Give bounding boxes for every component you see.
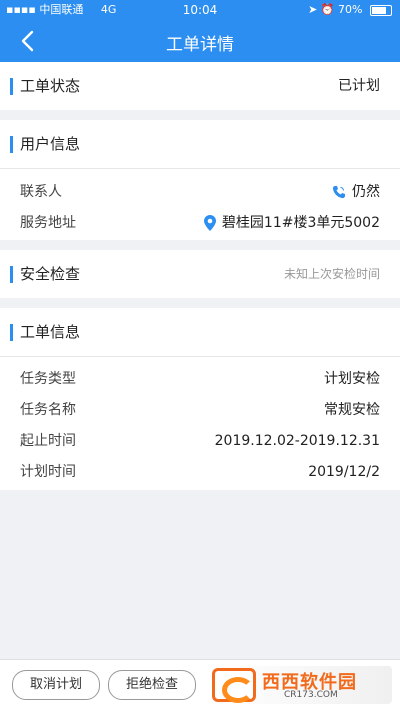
- task-type-row: 任务类型 计划安检: [0, 364, 400, 395]
- safety-check-section[interactable]: 安全检查 未知上次安检时间: [0, 250, 400, 298]
- date-range-value: 2019.12.02-2019.12.31: [214, 433, 380, 449]
- address-row: 服务地址 碧桂园11#楼3单元5002: [0, 208, 400, 239]
- task-name-row: 任务名称 常规安检: [0, 395, 400, 426]
- plan-time-row: 计划时间 2019/12/2: [0, 457, 400, 488]
- user-info-section: 用户信息 联系人 仍然 服务地址 碧桂园11#楼3单元5002: [0, 120, 400, 240]
- safety-check-header: 安全检查 未知上次安检时间: [0, 250, 400, 298]
- date-range-row: 起止时间 2019.12.02-2019.12.31: [0, 426, 400, 457]
- user-info-title: 用户信息: [20, 135, 81, 153]
- task-type-label: 任务类型: [20, 371, 76, 387]
- divider: [0, 168, 400, 169]
- order-info-header: 工单信息: [0, 308, 400, 356]
- contact-row: 联系人 仍然: [0, 177, 400, 208]
- location-pin-icon: [203, 215, 216, 231]
- order-info-section: 工单信息 任务类型 计划安检 任务名称 常规安检 起止时间 2019.12.02…: [0, 308, 400, 490]
- status-bar: ▪▪▪▪ 中国联通 4G 10:04 ➤ ⏰ 70%: [0, 0, 400, 20]
- battery-icon: [370, 4, 392, 16]
- address-label: 服务地址: [20, 215, 76, 231]
- app-header: ▪▪▪▪ 中国联通 4G 10:04 ➤ ⏰ 70% 工单详情: [0, 0, 400, 62]
- contact-name: 仍然: [352, 184, 380, 200]
- battery-percent: 70%: [338, 3, 363, 16]
- order-status-label: 工单状态: [20, 77, 81, 95]
- section-accent-bar: [10, 78, 13, 95]
- section-accent-bar: [10, 136, 13, 153]
- reject-check-button[interactable]: 拒绝检查: [108, 670, 196, 700]
- address-text: 碧桂园11#楼3单元5002: [221, 215, 380, 231]
- status-right: ➤ ⏰ 70%: [308, 0, 392, 20]
- contact-label: 联系人: [20, 184, 62, 200]
- divider: [0, 356, 400, 357]
- alarm-icon: ⏰: [320, 3, 335, 16]
- order-info-title: 工单信息: [20, 323, 81, 341]
- plan-time-value: 2019/12/2: [308, 464, 380, 480]
- nav-bar: 工单详情: [0, 22, 400, 62]
- phone-icon: [333, 186, 345, 198]
- watermark-site: CR173.COM: [284, 690, 338, 700]
- location-icon: ➤: [308, 3, 318, 16]
- contact-value[interactable]: 仍然: [332, 177, 380, 208]
- watermark: 西西软件园 CR173.COM: [212, 666, 392, 704]
- order-status-section: 工单状态 已计划: [0, 62, 400, 110]
- section-accent-bar: [10, 266, 13, 283]
- order-status-value: 已计划: [338, 78, 380, 94]
- bottom-action-bar: 取消计划 拒绝检查 西西软件园 CR173.COM: [0, 659, 400, 710]
- date-range-label: 起止时间: [20, 433, 76, 449]
- user-info-header: 用户信息: [0, 120, 400, 168]
- task-name-value: 常规安检: [324, 402, 380, 418]
- watermark-logo-icon: [212, 668, 256, 703]
- task-name-label: 任务名称: [20, 402, 76, 418]
- task-type-value: 计划安检: [324, 371, 380, 387]
- cancel-plan-button[interactable]: 取消计划: [12, 670, 100, 700]
- safety-check-title: 安全检查: [20, 265, 81, 283]
- page-title: 工单详情: [166, 35, 234, 55]
- section-accent-bar: [10, 324, 13, 341]
- plan-time-label: 计划时间: [20, 464, 76, 480]
- order-status-header: 工单状态 已计划: [0, 62, 400, 110]
- address-value[interactable]: 碧桂园11#楼3单元5002: [203, 208, 380, 239]
- safety-check-hint: 未知上次安检时间: [283, 267, 380, 281]
